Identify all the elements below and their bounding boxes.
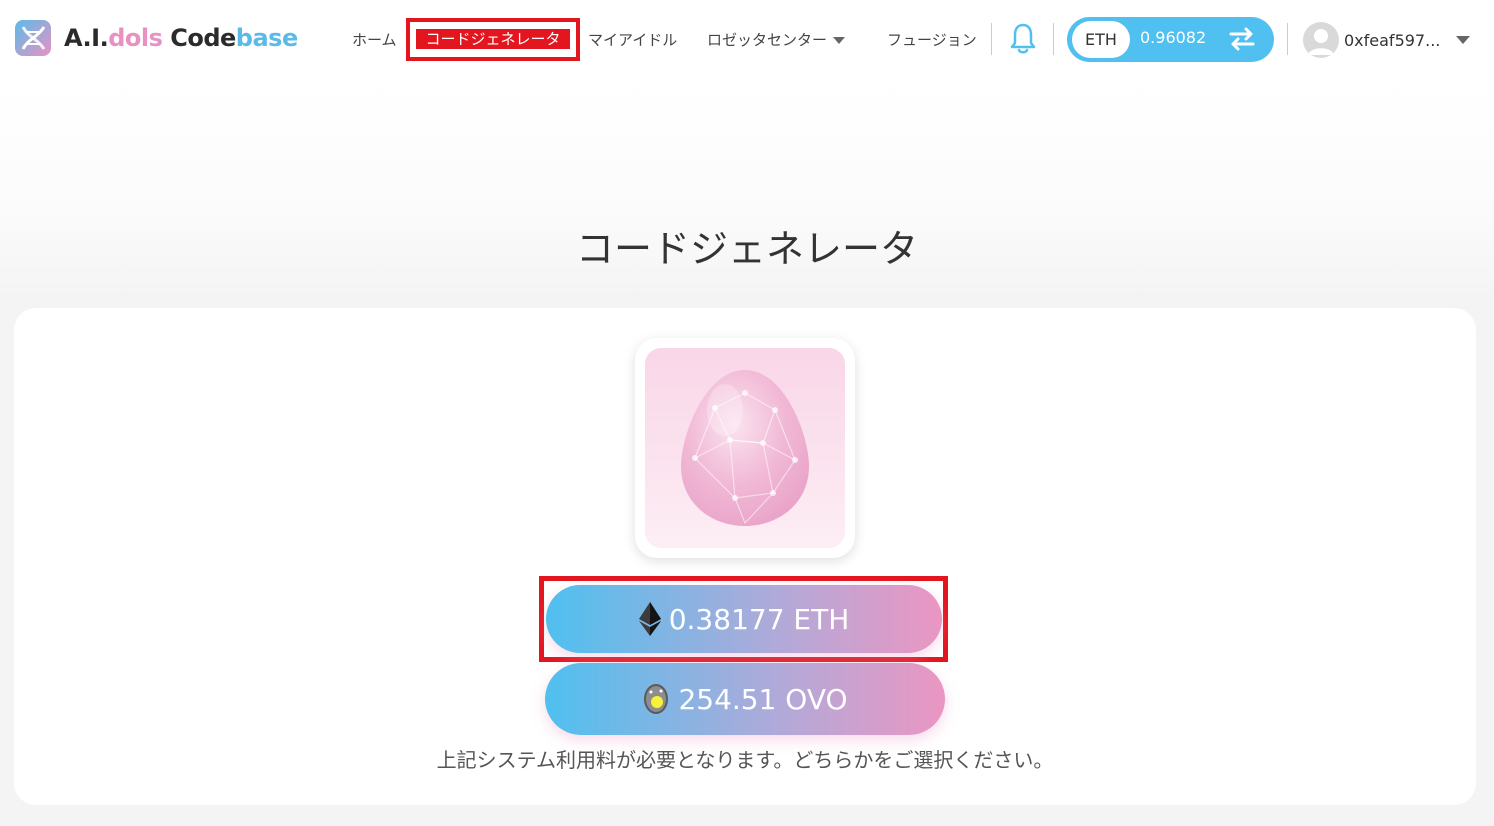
nav-home[interactable]: ホーム bbox=[352, 29, 397, 50]
logo-text: A.I.dols Codebase bbox=[64, 24, 298, 52]
egg-image-frame bbox=[635, 338, 855, 558]
logo-text-base: base bbox=[235, 24, 298, 52]
eth-price: 0.38177 ETH bbox=[668, 602, 850, 636]
balance-value: 0.96082 bbox=[1140, 28, 1207, 47]
divider bbox=[991, 23, 992, 55]
header: A.I.dols Codebase ホーム コードジェネレータ マイアイドル ロ… bbox=[0, 0, 1494, 80]
fee-note: 上記システム利用料が必要となります。どちらかをご選択ください。 bbox=[436, 748, 1054, 772]
nav-code-generator[interactable]: コードジェネレータ bbox=[416, 29, 570, 49]
nav-code-generator-highlight: コードジェネレータ bbox=[406, 18, 580, 61]
chevron-down-icon bbox=[1456, 36, 1471, 44]
logo[interactable]: A.I.dols Codebase bbox=[14, 19, 298, 57]
bell-icon[interactable] bbox=[1008, 22, 1038, 56]
currency-badge: ETH bbox=[1072, 21, 1130, 58]
divider bbox=[1053, 23, 1054, 55]
wallet-balance[interactable]: ETH 0.96082 bbox=[1067, 17, 1274, 62]
logo-text-ai: A.I. bbox=[64, 24, 109, 52]
logo-text-code: Code bbox=[162, 24, 236, 52]
pay-with-ovo-button[interactable]: 254.51 OVO bbox=[545, 663, 945, 735]
nav-fusion[interactable]: フュージョン bbox=[887, 29, 977, 50]
chevron-down-icon bbox=[833, 37, 846, 44]
logo-icon bbox=[15, 20, 51, 56]
page-title: コードジェネレータ bbox=[575, 227, 918, 271]
avatar-icon bbox=[1303, 22, 1339, 58]
nav-rosetta-center-label: ロゼッタセンター bbox=[707, 31, 828, 49]
pay-with-eth-button[interactable]: 0.38177 ETH bbox=[546, 585, 942, 653]
user-address: 0xfeaf597... bbox=[1344, 30, 1441, 50]
swap-icon[interactable] bbox=[1227, 26, 1257, 52]
nav-my-idol[interactable]: マイアイドル bbox=[588, 29, 677, 50]
ethereum-icon bbox=[638, 602, 661, 636]
divider bbox=[1287, 23, 1288, 55]
ovo-coin-icon bbox=[644, 684, 669, 714]
nav-rosetta-center[interactable]: ロゼッタセンター bbox=[707, 29, 846, 50]
logo-text-dols: dols bbox=[108, 24, 163, 52]
ovo-price: 254.51 OVO bbox=[678, 682, 848, 716]
generator-card: 0.38177 ETH 254.51 OVO 上記システム利用料が必要となります… bbox=[14, 308, 1476, 805]
user-menu[interactable]: 0xfeaf597... bbox=[1303, 22, 1471, 58]
egg-image bbox=[645, 348, 845, 548]
